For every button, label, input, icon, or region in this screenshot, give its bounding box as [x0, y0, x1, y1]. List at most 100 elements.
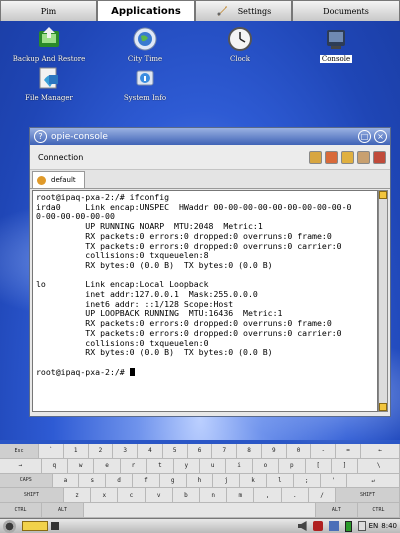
key[interactable]: [	[305, 458, 332, 474]
key[interactable]: 3	[113, 444, 139, 459]
key[interactable]: b	[172, 488, 201, 504]
key-space[interactable]	[84, 503, 316, 518]
input-method-icon[interactable]	[51, 522, 59, 530]
key[interactable]: `	[39, 444, 64, 459]
key[interactable]: l	[266, 473, 294, 489]
key[interactable]: g	[159, 473, 187, 489]
input-language[interactable]: EN	[369, 522, 379, 530]
key[interactable]: ;	[293, 473, 321, 489]
key[interactable]: w	[68, 458, 95, 474]
keyboard-icon[interactable]	[22, 521, 48, 531]
key[interactable]: h	[186, 473, 214, 489]
connect-icon[interactable]	[309, 150, 322, 164]
key[interactable]: 9	[261, 444, 287, 459]
key[interactable]: \	[358, 458, 400, 474]
tab-settings-label: Settings	[237, 6, 272, 16]
tab-applications[interactable]: Applications	[97, 0, 195, 21]
key[interactable]: 6	[187, 444, 213, 459]
scroll-down-icon[interactable]	[379, 403, 387, 411]
menu-connection[interactable]: Connection	[38, 153, 83, 162]
terminal-output[interactable]: root@ipaq-pxa-2:/# ifconfig irda0 Link e…	[32, 190, 378, 412]
key[interactable]: m	[227, 488, 255, 504]
network-icon[interactable]	[328, 521, 339, 531]
tab-pim[interactable]: Pim	[0, 0, 97, 21]
key[interactable]: f	[132, 473, 160, 489]
key[interactable]: 7	[212, 444, 238, 459]
console-icon	[323, 26, 349, 52]
key[interactable]: d	[106, 473, 133, 489]
key[interactable]: a	[52, 473, 80, 489]
key[interactable]: ↵	[347, 473, 400, 489]
key[interactable]: u	[199, 458, 227, 474]
scroll-up-icon[interactable]	[379, 191, 387, 199]
window-title: opie-console	[51, 131, 108, 142]
terminal-line: collisions:0 txqueuelen:0	[36, 337, 209, 348]
key[interactable]: i	[226, 458, 253, 474]
tab-documents[interactable]: Documents	[292, 0, 400, 21]
key[interactable]: y	[173, 458, 200, 474]
terminal-line: root@ipaq-pxa-2:/#	[36, 366, 130, 377]
transfer-icon[interactable]	[341, 150, 354, 164]
app-clock[interactable]: Clock	[195, 26, 285, 63]
window-menu-icon[interactable]: ?	[34, 130, 47, 143]
key[interactable]: o	[252, 458, 280, 474]
key[interactable]: 8	[237, 444, 262, 459]
maximize-icon[interactable]: □	[358, 130, 371, 143]
disconnect-icon[interactable]	[325, 150, 338, 164]
keys-icon[interactable]	[357, 150, 370, 164]
key[interactable]: c	[118, 488, 146, 504]
app-city-time[interactable]: City Time	[100, 26, 190, 63]
clock-time[interactable]: 8:40	[381, 522, 397, 530]
key[interactable]: →	[0, 458, 42, 474]
key[interactable]: j	[213, 473, 241, 489]
key[interactable]: t	[147, 458, 174, 474]
key[interactable]: Esc	[0, 444, 40, 459]
key[interactable]: ALT	[315, 503, 358, 518]
key[interactable]: ]	[331, 458, 359, 474]
key[interactable]: CTRL	[357, 503, 400, 518]
key[interactable]: s	[79, 473, 107, 489]
fullscreen-icon[interactable]	[373, 150, 386, 164]
key[interactable]: ALT	[42, 503, 85, 518]
key[interactable]: q	[41, 458, 69, 474]
window-titlebar[interactable]: ? opie-console □ ×	[30, 128, 390, 145]
key[interactable]: CTRL	[0, 503, 43, 518]
app-console[interactable]: Console	[291, 26, 381, 63]
key[interactable]: '	[320, 473, 348, 489]
key[interactable]: k	[240, 473, 267, 489]
app-file-manager[interactable]: File Manager	[4, 65, 94, 102]
key[interactable]: 4	[138, 444, 163, 459]
app-backup-and-restore[interactable]: Backup And Restore	[4, 26, 94, 63]
key[interactable]: SHIFT	[336, 488, 400, 504]
volume-icon[interactable]	[297, 521, 307, 531]
key[interactable]: ,	[254, 488, 282, 504]
key[interactable]: n	[200, 488, 228, 504]
key[interactable]: 0	[286, 444, 312, 459]
key[interactable]: =	[336, 444, 361, 459]
key[interactable]: SHIFT	[0, 488, 64, 504]
key[interactable]: p	[279, 458, 306, 474]
key[interactable]: -	[311, 444, 337, 459]
app-system-info[interactable]: System Info	[100, 65, 190, 102]
close-icon[interactable]: ×	[374, 130, 387, 143]
key[interactable]: CAPS	[0, 473, 53, 489]
onscreen-keyboard: Esc ` 1 2 3 4 5 6 7 8 9 0- = ← → q w e r t y u i o p[] \ CAPS a s d f g…	[0, 444, 400, 518]
key[interactable]: ←	[360, 444, 400, 459]
irda-icon[interactable]	[312, 521, 323, 531]
battery-icon[interactable]	[344, 520, 352, 532]
key[interactable]: 2	[88, 444, 114, 459]
key[interactable]: 1	[63, 444, 89, 459]
key[interactable]: e	[94, 458, 121, 474]
key[interactable]: r	[120, 458, 148, 474]
key[interactable]: 5	[162, 444, 188, 459]
opie-menu-icon[interactable]	[3, 519, 16, 533]
key[interactable]: /	[308, 488, 337, 504]
key[interactable]: z	[63, 488, 92, 504]
key[interactable]: .	[281, 488, 309, 504]
key[interactable]: v	[145, 488, 173, 504]
session-tab-default[interactable]: default	[32, 171, 85, 188]
clipboard-icon[interactable]	[357, 521, 366, 531]
key[interactable]: x	[91, 488, 119, 504]
tab-settings[interactable]: Settings	[195, 0, 292, 21]
terminal-scrollbar[interactable]	[378, 190, 388, 412]
